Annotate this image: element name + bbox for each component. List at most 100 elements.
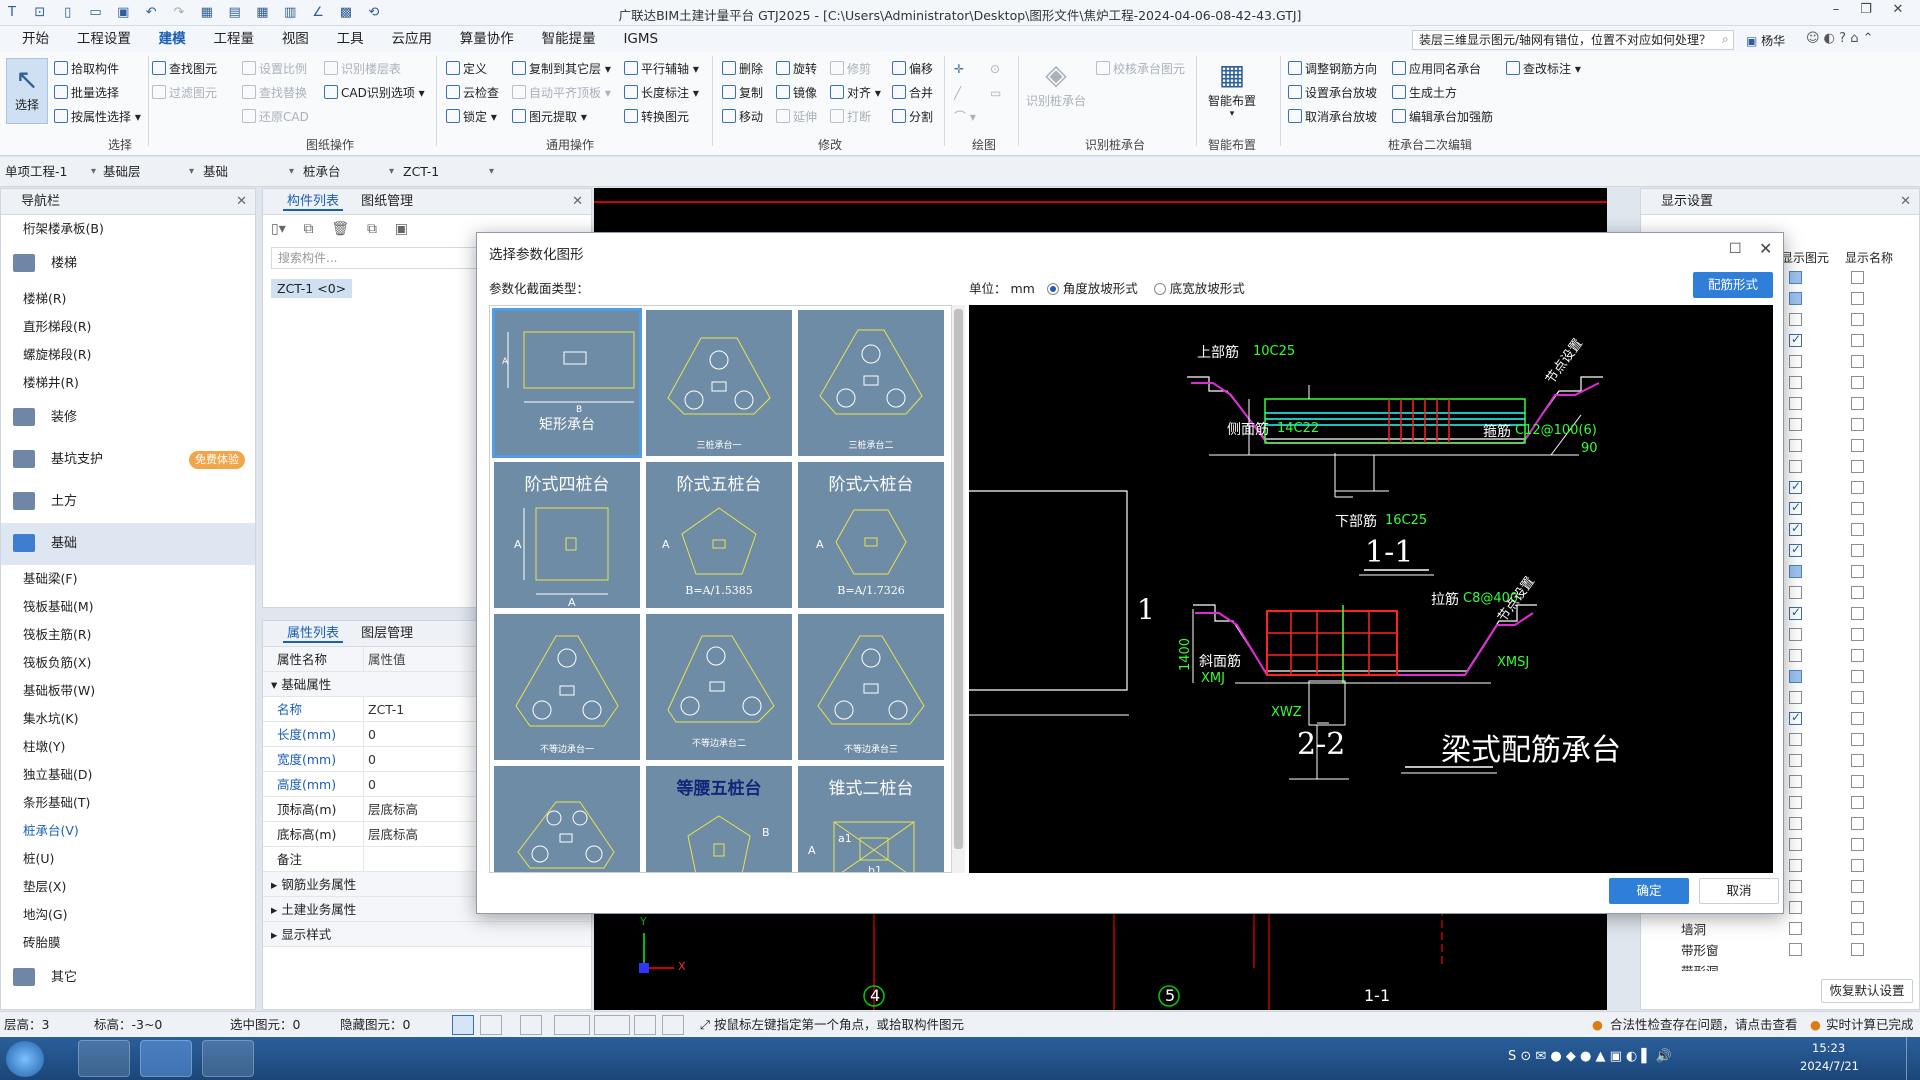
nav-item[interactable]: 集水坑(K)	[1, 705, 255, 733]
show-element-checkbox[interactable]	[1789, 922, 1802, 935]
offset-mode-icon[interactable]	[594, 1015, 630, 1035]
show-element-checkbox[interactable]	[1789, 460, 1802, 473]
help-search-input[interactable]: 装层三维显示图元/轴网有错位，位置不对应如何处理？	[1412, 30, 1734, 50]
nav-item[interactable]: 桩(U)	[1, 845, 255, 873]
check-cap-button[interactable]: 校核承台图元	[1096, 60, 1185, 78]
show-element-checkbox[interactable]	[1789, 332, 1802, 347]
close-icon[interactable]: ✕	[1900, 189, 1911, 215]
property-value[interactable]: 0	[363, 747, 478, 772]
offset-button[interactable]: 偏移	[892, 60, 933, 78]
tab-layers[interactable]: 图层管理	[361, 626, 413, 641]
select-by-attr-button[interactable]: 按属性选择 ▾	[54, 108, 141, 126]
lock-button[interactable]: 锁定 ▾	[446, 108, 497, 126]
property-value[interactable]	[363, 847, 478, 872]
show-name-checkbox[interactable]	[1851, 859, 1864, 872]
apply-same-name-button[interactable]: 应用同名承台	[1392, 60, 1481, 78]
find-replace-button[interactable]: 查找替换	[242, 84, 307, 102]
show-name-checkbox[interactable]	[1851, 607, 1864, 620]
nav-cat-other[interactable]: 其它	[1, 957, 255, 999]
tab-component-list[interactable]: 构件列表	[283, 194, 344, 211]
project-selector[interactable]: 单项工程-1	[2, 162, 100, 182]
gen-earth-button[interactable]: 生成土方	[1392, 84, 1457, 102]
maximize-icon[interactable]: ☐	[1729, 241, 1742, 257]
batch-select-button[interactable]: 批量选择	[54, 84, 119, 102]
new-component-icon[interactable]: ▯▾	[271, 221, 286, 237]
extract-element-button[interactable]: 图元提取 ▾	[512, 108, 587, 126]
thumb-step-five[interactable]: 阶式五桩台 A B=A/1.5385	[646, 462, 792, 608]
nav-item[interactable]: 基础板带(W)	[1, 677, 255, 705]
show-name-checkbox[interactable]	[1851, 439, 1864, 452]
show-element-checkbox[interactable]	[1789, 479, 1802, 494]
show-name-checkbox[interactable]	[1851, 292, 1864, 305]
property-value[interactable]: 层底标高	[363, 822, 478, 847]
dynamic-input-icon[interactable]	[634, 1015, 656, 1035]
show-element-checkbox[interactable]	[1789, 542, 1802, 557]
layer-copy-icon[interactable]: ⧉	[367, 221, 377, 237]
show-name-checkbox[interactable]	[1851, 796, 1864, 809]
show-desktop-button[interactable]	[1906, 1037, 1920, 1080]
show-element-checkbox[interactable]	[1789, 710, 1802, 725]
nav-item[interactable]: 楼梯井(R)	[1, 369, 255, 397]
define-button[interactable]: 定义	[446, 60, 487, 78]
trim-button[interactable]: 修剪	[830, 60, 871, 78]
tab-properties[interactable]: 属性列表	[283, 626, 344, 643]
thumb-unequal-1[interactable]: 不等边承台一	[494, 614, 640, 760]
show-name-checkbox[interactable]	[1851, 880, 1864, 893]
show-element-checkbox[interactable]	[1789, 586, 1802, 599]
show-element-checkbox[interactable]	[1789, 901, 1802, 914]
rotate-button[interactable]: 旋转	[776, 60, 817, 78]
property-value[interactable]: 层底标高	[363, 797, 478, 822]
radio-angle-slope[interactable]	[1046, 283, 1059, 295]
nav-item-pile-cap[interactable]: 桩承台(V)	[1, 817, 255, 845]
show-element-checkbox[interactable]	[1789, 292, 1802, 305]
copy-component-icon[interactable]: ⧉	[304, 221, 314, 237]
close-button[interactable]: ✕	[1878, 2, 1918, 17]
show-element-checkbox[interactable]	[1789, 439, 1802, 452]
length-dim-button[interactable]: 长度标注 ▾	[624, 84, 699, 102]
thumb-cone-two[interactable]: 锥式二桩台 a1 b1 A	[798, 766, 944, 872]
show-element-checkbox[interactable]	[1789, 397, 1802, 410]
nav-item[interactable]: 筏板基础(M)	[1, 593, 255, 621]
nav-item[interactable]: 柱墩(Y)	[1, 733, 255, 761]
warning-icon[interactable]: ●	[1592, 1012, 1603, 1038]
show-name-checkbox[interactable]	[1851, 943, 1864, 956]
restore-cad-button[interactable]: 还原CAD	[242, 108, 309, 126]
circle-draw-icon[interactable]: ⊙	[990, 60, 1000, 78]
auto-flush-button[interactable]: 自动平齐顶板 ▾	[512, 84, 611, 102]
show-element-checkbox[interactable]	[1789, 521, 1802, 536]
show-name-checkbox[interactable]	[1851, 628, 1864, 641]
show-name-checkbox[interactable]	[1851, 523, 1864, 536]
scroll-thumb[interactable]	[954, 309, 963, 849]
break-button[interactable]: 打断	[830, 108, 871, 126]
category-selector[interactable]: 基础	[200, 162, 298, 182]
edit-strengthen-button[interactable]: 编辑承台加强筋	[1392, 108, 1493, 126]
split-button[interactable]: 分割	[892, 108, 933, 126]
show-element-checkbox[interactable]	[1789, 775, 1802, 788]
thumb-step-six[interactable]: 阶式六桩台 A B=A/1.7326	[798, 462, 944, 608]
show-name-checkbox[interactable]	[1851, 775, 1864, 788]
smart-layout-button[interactable]: ▦ 智能布置 ▾	[1204, 58, 1260, 119]
copy-to-floor-button[interactable]: 复制到其它层 ▾	[512, 60, 611, 78]
convert-element-button[interactable]: 转换图元	[624, 108, 689, 126]
find-element-button[interactable]: 查找图元	[152, 60, 217, 78]
thumb-three-pile-2[interactable]: 三桩承台二	[798, 310, 944, 456]
extend-button[interactable]: 延伸	[776, 108, 817, 126]
show-element-checkbox[interactable]	[1789, 376, 1802, 389]
show-element-checkbox[interactable]	[1789, 605, 1802, 620]
radio-width-slope[interactable]	[1153, 283, 1166, 295]
ortho-toggle-icon[interactable]	[452, 1015, 474, 1035]
cancel-button[interactable]: 取消	[1699, 878, 1779, 904]
nav-item[interactable]: 楼梯(R)	[1, 285, 255, 313]
thumb-unequal-2[interactable]: 不等边承台二	[646, 614, 792, 760]
save-component-icon[interactable]: ▣	[395, 221, 408, 237]
nav-cat-decoration[interactable]: 装修	[1, 397, 255, 439]
nav-item[interactable]: 地沟(G)	[1, 901, 255, 929]
close-icon[interactable]: ✕	[572, 189, 583, 215]
pick-component-button[interactable]: 拾取构件	[54, 60, 119, 78]
set-slope-button[interactable]: 设置承台放坡	[1288, 84, 1377, 102]
rebar-form-button[interactable]: 配筋形式	[1693, 272, 1773, 298]
taskbar-gtj-icon[interactable]	[140, 1040, 192, 1077]
move-button[interactable]: 移动	[722, 108, 763, 126]
show-element-checkbox[interactable]	[1789, 670, 1802, 683]
show-element-checkbox[interactable]	[1789, 943, 1802, 956]
